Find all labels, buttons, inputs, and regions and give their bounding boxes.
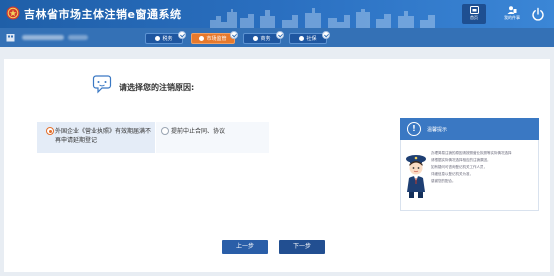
tab-commerce-check-icon xyxy=(276,31,284,39)
tip-line: 请根据实际情况选择相应的注销原因， xyxy=(431,158,491,162)
tax-icon xyxy=(155,36,161,41)
tab-social-security-label: 社保 xyxy=(306,36,317,42)
tab-tax-check-icon xyxy=(178,31,186,39)
tab-market-regulation-check-icon xyxy=(230,31,238,39)
tip-line: 感谢您的配合。 xyxy=(431,179,456,183)
app-title: 吉林省市场主体注销e窗通系统 xyxy=(24,8,182,21)
social-security-icon xyxy=(299,36,305,41)
app-header: 吉林省市场主体注销e窗通系统 首页 我的件事 xyxy=(0,0,554,28)
tab-social-security[interactable]: 社保 xyxy=(289,31,330,44)
commerce-icon xyxy=(253,36,259,41)
tip-header: ! 温馨提示 xyxy=(400,118,539,140)
system-logo-icon xyxy=(6,6,20,20)
reason-option-license-expired[interactable]: 外国企业《营业执照》有效期届满不再申请延期登记 xyxy=(37,122,154,153)
reason-option-label: 提前中止合同、协议 xyxy=(171,128,226,135)
officer-illustration xyxy=(406,155,426,198)
tip-line: 如有疑问可咨询登记机关工作人员， xyxy=(431,165,487,169)
power-icon[interactable] xyxy=(531,7,545,21)
tab-market-regulation[interactable]: 市场监管 xyxy=(191,31,238,44)
reason-radio-selected[interactable] xyxy=(46,127,54,135)
tip-text: 办理简易注销的原因请按照营业执照等实际情况选择 请根据实际情况选择相应的注销原因… xyxy=(431,150,537,185)
tip-body: 办理简易注销的原因请按照营业执照等实际情况选择 请根据实际情况选择相应的注销原因… xyxy=(400,140,539,211)
tab-market-regulation-label: 市场监管 xyxy=(206,36,227,42)
tab-tax[interactable]: 税务 xyxy=(145,31,186,44)
content-panel: 请选择您的注销原因: 外国企业《营业执照》有效期届满不再申请延期登记 提前中止合… xyxy=(4,59,550,272)
my-docs-label: 我的件事 xyxy=(504,15,520,20)
service-tab-bar: 税务 市场监管 商务 社保 xyxy=(0,28,554,47)
my-docs-icon xyxy=(507,6,517,14)
tab-commerce[interactable]: 商务 xyxy=(243,31,284,44)
enterprise-name-redacted-2 xyxy=(68,35,88,40)
tip-title: 温馨提示 xyxy=(427,127,448,133)
previous-step-button[interactable]: 上一步 xyxy=(222,240,268,254)
tab-tax-label: 税务 xyxy=(162,36,173,42)
info-icon: ! xyxy=(407,122,421,136)
reason-radio[interactable] xyxy=(161,127,169,135)
tab-commerce-label: 商务 xyxy=(260,36,271,42)
reason-option-label: 外国企业《营业执照》有效期届满不再申请延期登记 xyxy=(55,128,152,144)
next-step-button[interactable]: 下一步 xyxy=(279,240,325,254)
question-chat-icon xyxy=(92,75,112,94)
enterprise-icon xyxy=(6,34,15,42)
market-regulation-icon xyxy=(199,36,205,41)
tip-line: 办理简易注销的原因请按照营业执照等实际情况选择 xyxy=(431,151,512,155)
reason-options: 外国企业《营业执照》有效期届满不再申请延期登记 提前中止合同、协议 xyxy=(37,122,269,153)
city-skyline-decoration xyxy=(210,8,435,28)
page-prompt: 请选择您的注销原因: xyxy=(119,83,195,92)
home-button[interactable]: 首页 xyxy=(462,4,486,24)
enterprise-name-redacted xyxy=(22,35,64,40)
my-docs-button[interactable]: 我的件事 xyxy=(500,4,524,24)
home-icon xyxy=(469,6,479,14)
reason-option-contract-terminated[interactable]: 提前中止合同、协议 xyxy=(155,122,269,153)
tab-social-security-check-icon xyxy=(322,31,330,39)
home-label: 首页 xyxy=(470,15,478,20)
tip-line: 详细信息以登记机关为准， xyxy=(431,172,473,176)
